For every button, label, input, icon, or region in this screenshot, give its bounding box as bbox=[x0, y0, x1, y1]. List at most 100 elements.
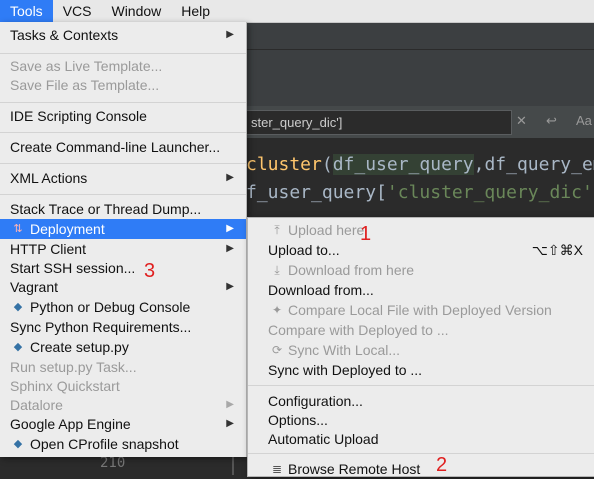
menu-item-sphinx-quickstart[interactable]: Sphinx Quickstart bbox=[0, 376, 246, 396]
menu-item-label: Deployment bbox=[30, 221, 105, 237]
line-number: 210 bbox=[100, 455, 126, 471]
menu-item-label: Create setup.py bbox=[30, 339, 129, 355]
submenu-item-label: Automatic Upload bbox=[268, 431, 379, 447]
menu-item-label: Sphinx Quickstart bbox=[10, 378, 120, 394]
wrap-icon[interactable]: ↩ bbox=[546, 113, 557, 129]
submenu-arrow-icon: ▶ bbox=[226, 223, 234, 234]
menu-item-label: Google App Engine bbox=[10, 416, 131, 432]
submenu-item-options[interactable]: Options... bbox=[248, 410, 594, 430]
menu-item-label: Save File as Template... bbox=[10, 77, 160, 93]
submenu-item-label: Compare Local File with Deployed Version bbox=[288, 302, 552, 318]
menu-separator bbox=[0, 102, 246, 103]
submenu-item-browse-remote-host[interactable]: ≣ Browse Remote Host bbox=[248, 459, 594, 479]
menu-item-label: XML Actions bbox=[10, 170, 88, 186]
clear-icon[interactable]: ✕ bbox=[516, 113, 527, 129]
menu-separator bbox=[0, 194, 246, 195]
menu-item-label: Tasks & Contexts bbox=[10, 27, 119, 43]
submenu-arrow-icon: ▶ bbox=[226, 399, 234, 410]
menu-item-label: Stack Trace or Thread Dump... bbox=[10, 201, 202, 217]
submenu-item-label: Sync with Deployed to ... bbox=[268, 362, 423, 378]
menu-item-sync-python-requirements[interactable]: Sync Python Requirements... bbox=[0, 317, 246, 337]
submenu-item-automatic-upload[interactable]: Automatic Upload bbox=[248, 429, 594, 449]
menu-item-tasks-contexts[interactable]: Tasks & Contexts ▶ bbox=[0, 25, 246, 45]
upload-icon: ⤒ bbox=[274, 223, 280, 237]
submenu-item-label: Configuration... bbox=[268, 393, 363, 409]
tools-menu: Tasks & Contexts ▶ Save as Live Template.… bbox=[0, 22, 247, 457]
python-icon: ◆ bbox=[13, 301, 23, 313]
submenu-arrow-icon: ▶ bbox=[226, 243, 234, 254]
code-editor[interactable]: cluster(df_user_query,df_query_em f_user… bbox=[246, 140, 594, 215]
find-input[interactable]: ster_query_dic'] bbox=[246, 110, 512, 135]
submenu-separator bbox=[248, 385, 594, 386]
submenu-item-label: Options... bbox=[268, 412, 328, 428]
menu-item-label: IDE Scripting Console bbox=[10, 108, 147, 124]
match-case-icon[interactable]: Aa bbox=[576, 113, 592, 128]
compare-icon: ✦ bbox=[271, 303, 283, 317]
menu-window[interactable]: Window bbox=[101, 0, 171, 22]
menu-item-label: Datalore bbox=[10, 397, 63, 413]
menu-item-python-console[interactable]: ◆ Python or Debug Console bbox=[0, 297, 246, 317]
menu-item-ide-scripting-console[interactable]: IDE Scripting Console bbox=[0, 106, 246, 126]
submenu-item-compare-local[interactable]: ✦ Compare Local File with Deployed Versio… bbox=[248, 300, 594, 320]
python-icon: ◆ bbox=[13, 341, 23, 353]
submenu-arrow-icon: ▶ bbox=[226, 29, 234, 40]
sync-icon: ⟳ bbox=[271, 343, 283, 357]
menu-item-label: Python or Debug Console bbox=[30, 299, 191, 315]
ide-toolbar bbox=[246, 23, 594, 50]
submenu-item-configuration[interactable]: Configuration... bbox=[248, 391, 594, 411]
submenu-item-label: Upload here bbox=[288, 222, 365, 238]
submenu-arrow-icon: ▶ bbox=[226, 418, 234, 429]
submenu-item-download-here[interactable]: ⤓ Download from here bbox=[248, 260, 594, 280]
menu-item-label: Start SSH session... bbox=[10, 260, 136, 276]
ide-tab-strip bbox=[246, 50, 594, 106]
remote-host-icon: ≣ bbox=[271, 462, 283, 476]
menu-item-xml-actions[interactable]: XML Actions ▶ bbox=[0, 168, 246, 188]
annotation-2: 2 bbox=[436, 454, 448, 476]
menu-tools[interactable]: Tools bbox=[0, 0, 53, 22]
menu-item-vagrant[interactable]: Vagrant ▶ bbox=[0, 277, 246, 297]
menu-item-http-client[interactable]: HTTP Client ▶ bbox=[0, 239, 246, 259]
submenu-item-label: Download from here bbox=[288, 262, 415, 278]
menu-item-label: Vagrant bbox=[10, 279, 58, 295]
menu-item-label: Run setup.py Task... bbox=[10, 359, 137, 375]
menu-bar: Tools VCS Window Help bbox=[0, 0, 594, 23]
submenu-item-sync-with-deployed[interactable]: Sync with Deployed to ... bbox=[248, 360, 594, 380]
submenu-item-upload-here[interactable]: ⤒ Upload here bbox=[248, 220, 594, 240]
submenu-arrow-icon: ▶ bbox=[226, 281, 234, 292]
submenu-separator bbox=[248, 453, 594, 454]
python-icon: ◆ bbox=[13, 438, 23, 450]
submenu-item-download-from[interactable]: Download from... bbox=[248, 280, 594, 300]
menu-item-command-line-launcher[interactable]: Create Command-line Launcher... bbox=[0, 137, 246, 157]
menu-item-create-setup-py[interactable]: ◆ Create setup.py bbox=[0, 337, 246, 357]
menu-item-datalore[interactable]: Datalore ▶ bbox=[0, 395, 246, 415]
menu-item-stack-trace[interactable]: Stack Trace or Thread Dump... bbox=[0, 199, 246, 219]
menu-item-label: HTTP Client bbox=[10, 241, 86, 257]
menu-item-label: Save as Live Template... bbox=[10, 58, 163, 74]
menu-item-label: Sync Python Requirements... bbox=[10, 319, 192, 335]
submenu-item-label: Sync With Local... bbox=[288, 342, 401, 358]
menu-help[interactable]: Help bbox=[171, 0, 220, 22]
menu-item-run-setup-py-task[interactable]: Run setup.py Task... bbox=[0, 357, 246, 377]
menu-item-save-file-template[interactable]: Save File as Template... bbox=[0, 75, 246, 95]
submenu-item-upload-to[interactable]: Upload to... ⌥⇧⌘X bbox=[248, 240, 594, 260]
find-bar: ster_query_dic'] ✕ ↩ Aa bbox=[246, 106, 594, 138]
submenu-item-sync-with-local[interactable]: ⟳ Sync With Local... bbox=[248, 340, 594, 360]
submenu-item-label: Upload to... bbox=[268, 242, 340, 258]
menu-vcs[interactable]: VCS bbox=[53, 0, 102, 22]
menu-item-open-cprofile-snapshot[interactable]: ◆ Open CProfile snapshot bbox=[0, 434, 246, 454]
menu-separator bbox=[0, 132, 246, 133]
menu-item-save-live-template[interactable]: Save as Live Template... bbox=[0, 56, 246, 76]
menu-separator bbox=[0, 163, 246, 164]
submenu-item-label: Download from... bbox=[268, 282, 374, 298]
code-line-1: cluster(df_user_query,df_query_em bbox=[246, 154, 594, 175]
submenu-item-compare-deployed[interactable]: Compare with Deployed to ... bbox=[248, 320, 594, 340]
submenu-arrow-icon: ▶ bbox=[226, 172, 234, 183]
download-icon: ⤓ bbox=[274, 263, 280, 277]
annotation-1: 1 bbox=[360, 223, 372, 245]
menu-item-deployment[interactable]: ⇅ Deployment ▶ bbox=[0, 219, 246, 239]
annotation-3: 3 bbox=[144, 260, 156, 282]
menu-item-label: Create Command-line Launcher... bbox=[10, 139, 221, 155]
menu-item-start-ssh-session[interactable]: Start SSH session... bbox=[0, 258, 246, 278]
menu-item-google-app-engine[interactable]: Google App Engine ▶ bbox=[0, 414, 246, 434]
submenu-item-label: Compare with Deployed to ... bbox=[268, 322, 449, 338]
